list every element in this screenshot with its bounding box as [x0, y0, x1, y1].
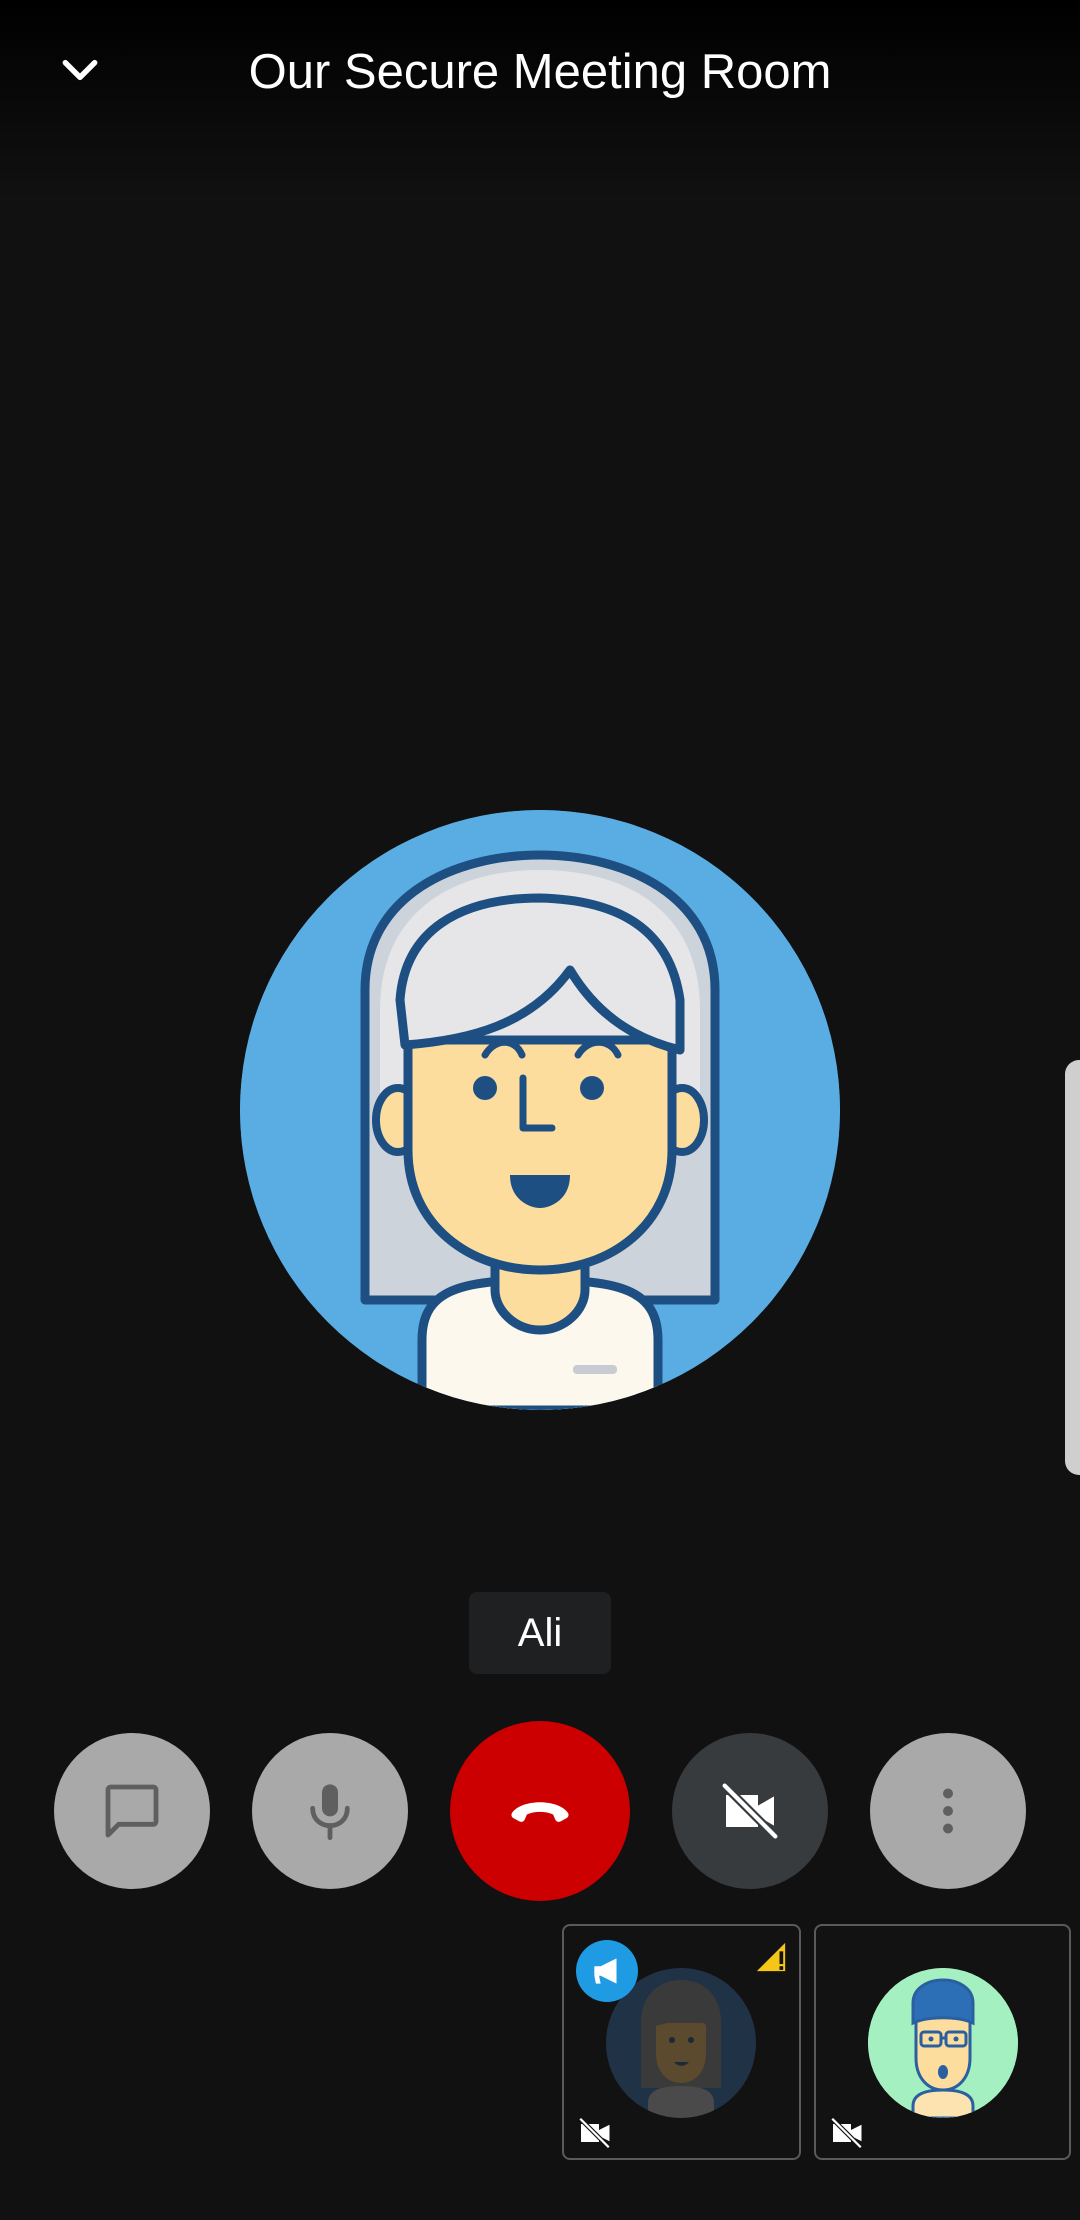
woman-gray-hair-avatar [240, 810, 840, 1410]
speaker-name-tag: Ali [469, 1592, 611, 1674]
microphone-icon [310, 1784, 350, 1841]
hang-up-icon [511, 1802, 569, 1822]
megaphone-icon [594, 1958, 617, 1984]
side-panel-handle[interactable] [1065, 1060, 1080, 1475]
participant-avatar [868, 1968, 1018, 2118]
announcement-badge [576, 1940, 638, 2002]
end-call-button[interactable] [450, 1721, 630, 1901]
man-glasses-avatar [868, 1968, 1018, 2118]
more-options-button[interactable] [870, 1733, 1026, 1889]
microphone-button[interactable] [252, 1733, 408, 1889]
video-off-icon [719, 1780, 781, 1842]
weak-signal-warning-icon [756, 1942, 786, 1972]
more-vertical-icon [943, 1788, 953, 1834]
chat-button[interactable] [54, 1733, 210, 1889]
meeting-title: Our Secure Meeting Room [248, 45, 832, 99]
participant-tile-2[interactable] [814, 1924, 1071, 2160]
camera-off-icon [830, 2118, 864, 2148]
active-speaker-avatar [240, 810, 840, 1410]
participant-tile-1[interactable] [562, 1924, 801, 2160]
camera-button[interactable] [672, 1733, 828, 1889]
camera-off-icon [578, 2118, 612, 2148]
chat-icon [105, 1784, 159, 1838]
